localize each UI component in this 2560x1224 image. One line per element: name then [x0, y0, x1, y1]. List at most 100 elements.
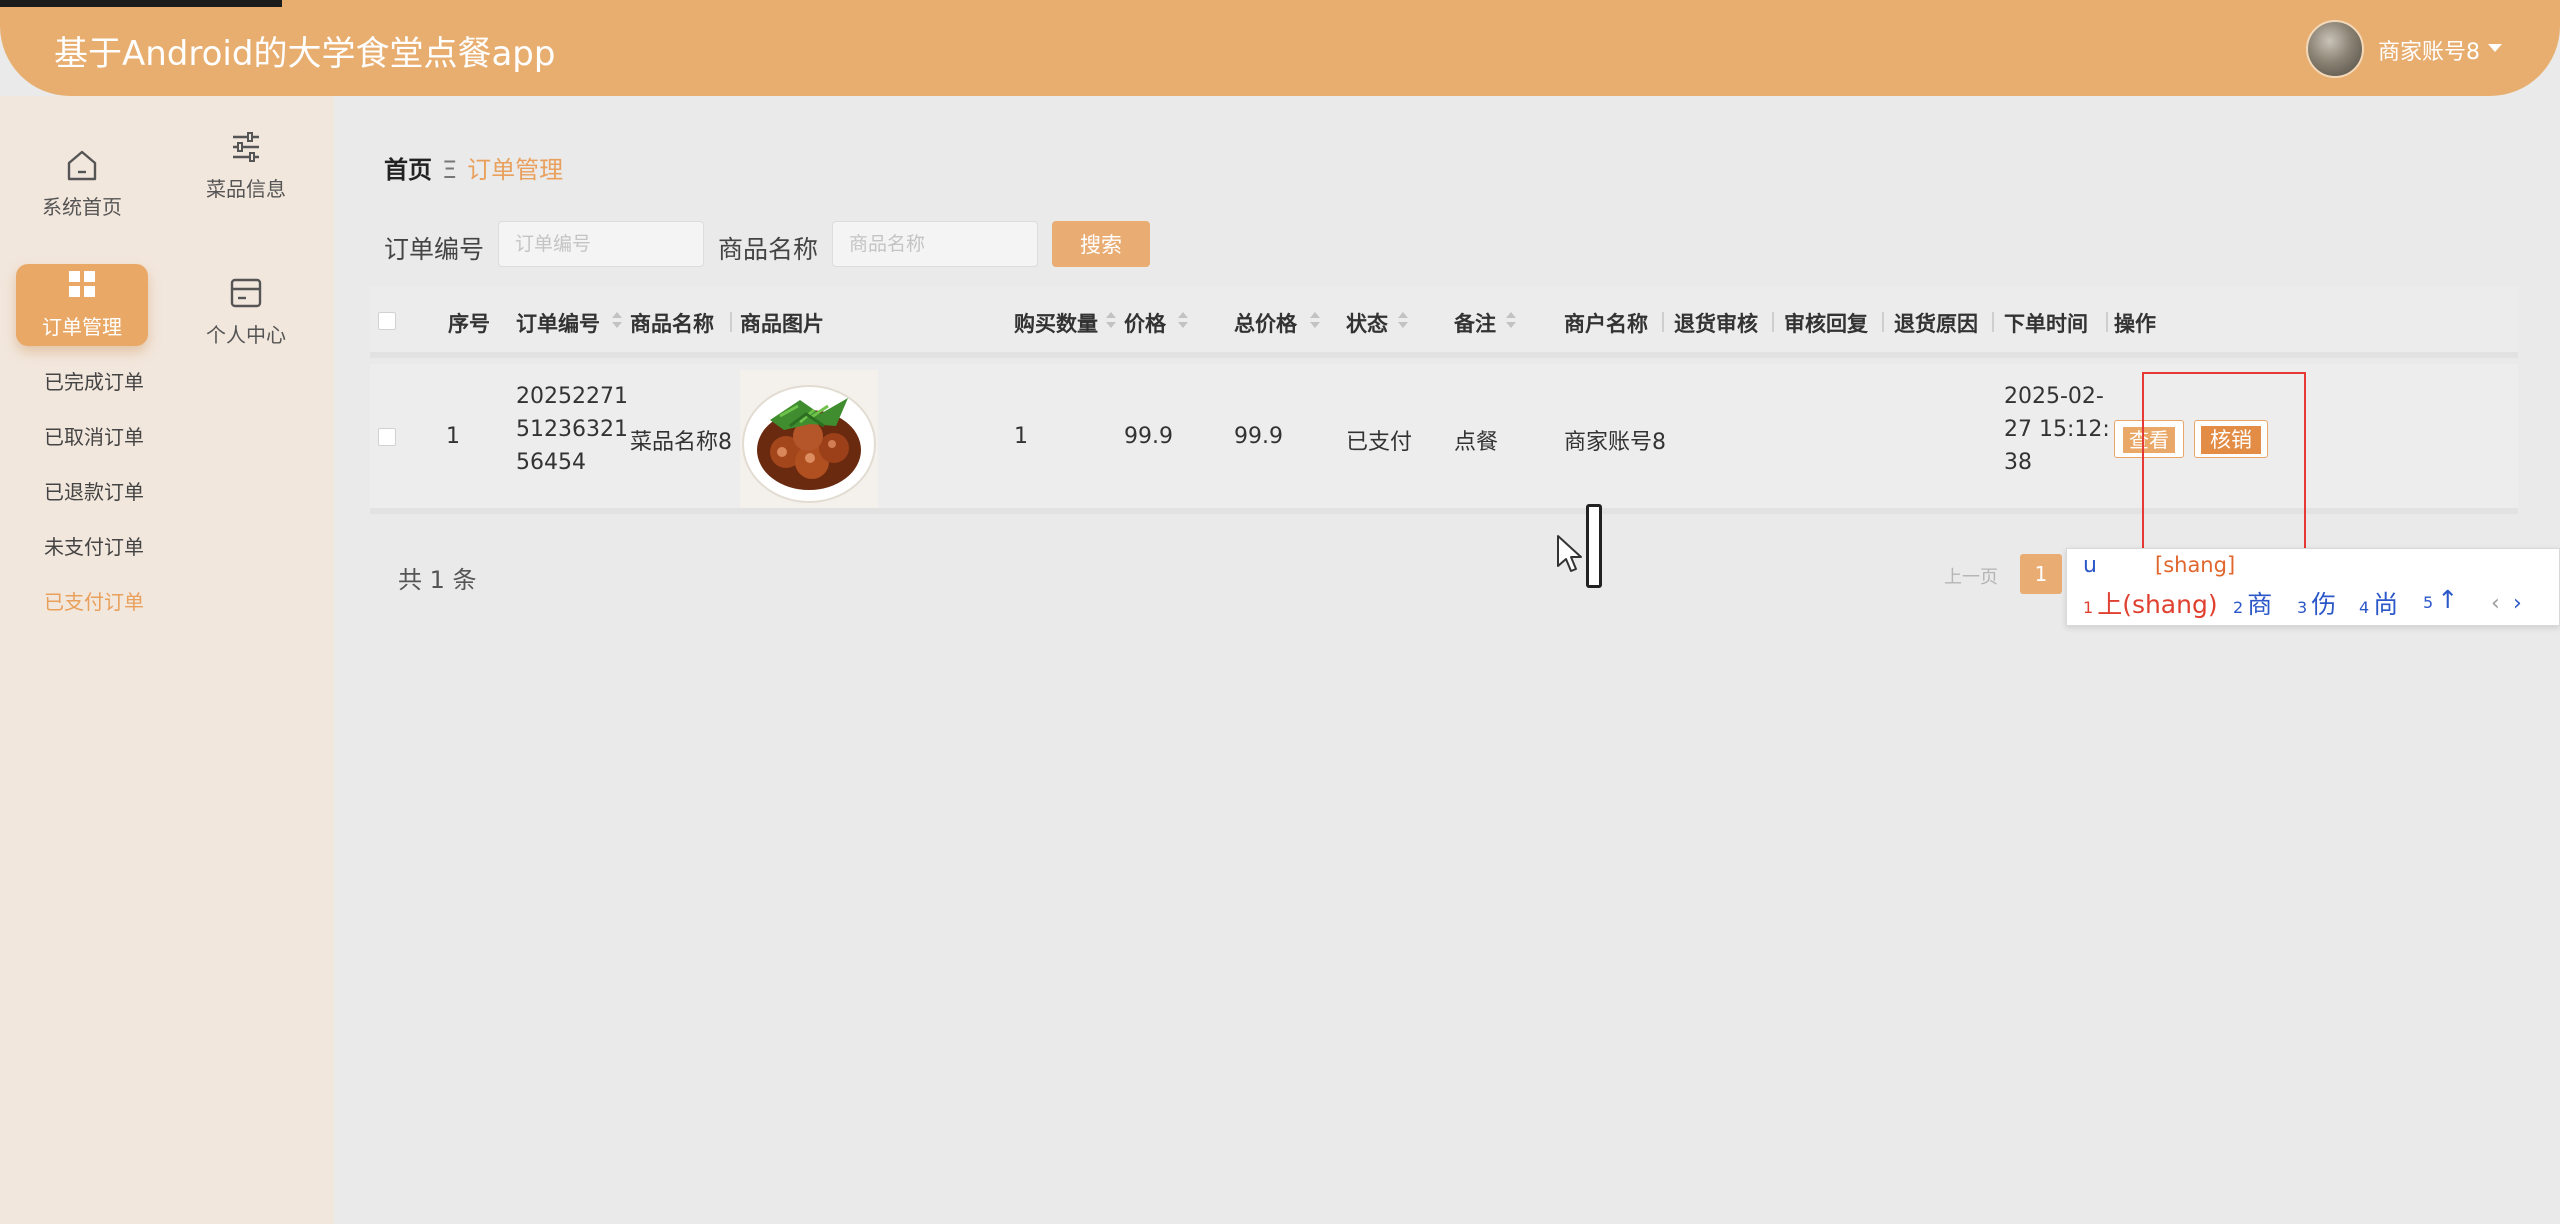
ime-candidate-text: 上(shang)	[2097, 590, 2218, 619]
column-divider[interactable]	[1882, 312, 1884, 332]
ime-candidate-text: ↑	[2437, 585, 2459, 614]
select-all-checkbox[interactable]	[378, 312, 396, 330]
ime-candidate[interactable]: 2商	[2233, 585, 2272, 621]
ime-candidate[interactable]: 5 ↑	[2423, 585, 2458, 614]
nav-dish-info[interactable]: 菜品信息	[180, 126, 312, 208]
cell-total-price: 99.9	[1234, 424, 1283, 449]
text-cursor-icon	[1586, 504, 1602, 588]
nav-order-management-label: 订单管理	[42, 315, 122, 339]
table-header: 序号 订单编号 商品名称 商品图片 购买数量 价格 总价格 状态 备注 商户名称…	[370, 286, 2518, 358]
home-icon	[67, 150, 97, 181]
sort-remark-icon[interactable]	[1506, 312, 1516, 330]
order-time-line: 27 15:12:	[2004, 417, 2110, 442]
ime-candidate-text: 伤	[2311, 590, 2337, 619]
app-title: 基于Android的大学食堂点餐app	[54, 34, 556, 74]
th-return-review: 退货审核	[1674, 312, 1758, 336]
ime-next-page-icon[interactable]: ›	[2513, 591, 2522, 616]
highlight-box	[2142, 372, 2306, 556]
caret-down-icon[interactable]	[2488, 44, 2502, 52]
dish-image	[740, 370, 878, 508]
order-time-line: 2025-02-	[2004, 384, 2104, 409]
th-quantity[interactable]: 购买数量	[1014, 308, 1098, 338]
user-menu-name[interactable]: 商家账号8	[2378, 34, 2480, 66]
grid-icon	[69, 271, 95, 297]
prev-page-button[interactable]: 上一页	[1944, 563, 1998, 589]
card-icon	[230, 278, 262, 308]
row-checkbox[interactable]	[378, 428, 396, 446]
nav-personal-center[interactable]: 个人中心	[180, 272, 312, 354]
th-order-time: 下单时间	[2004, 312, 2088, 336]
cell-index: 1	[446, 424, 460, 449]
sort-order-no-icon[interactable]	[612, 312, 622, 330]
mouse-pointer-icon	[1557, 535, 1582, 572]
th-product-image: 商品图片	[740, 312, 824, 336]
product-name-label: 商品名称	[718, 235, 819, 264]
page-number-current[interactable]: 1	[2020, 554, 2062, 594]
nav-dish-info-label: 菜品信息	[206, 177, 286, 201]
breadcrumb-home[interactable]: 首页	[384, 156, 432, 184]
nav-system-home[interactable]: 系统首页	[16, 144, 148, 226]
cell-remark: 点餐	[1454, 430, 1499, 455]
sub-cancelled-orders[interactable]: 已取消订单	[44, 421, 144, 450]
cell-status: 已支付	[1346, 430, 1413, 455]
column-divider[interactable]	[1662, 312, 1664, 332]
ime-candidate-number: 1	[2083, 598, 2094, 617]
cell-price: 99.9	[1124, 424, 1173, 449]
breadcrumb: 首页 Ξ 订单管理	[384, 150, 563, 185]
product-name-input[interactable]	[832, 221, 1038, 267]
cell-order-time: 2025-02- 27 15:12: 38	[2004, 380, 2114, 479]
order-no-line: 51236321	[516, 417, 628, 442]
nav-personal-center-label: 个人中心	[206, 323, 286, 347]
sub-refunded-orders[interactable]: 已退款订单	[44, 476, 144, 505]
ime-candidate-popup: u [shang] 1 上(shang) 2商 3伤 4尚 5 ↑ ‹ ›	[2066, 548, 2560, 626]
th-merchant: 商户名称	[1564, 312, 1648, 336]
ime-candidate[interactable]: 4尚	[2359, 585, 2398, 621]
ime-candidate[interactable]: 1 上(shang)	[2083, 585, 2218, 621]
th-index: 序号	[448, 312, 490, 336]
ime-candidate-text: 尚	[2373, 590, 2399, 619]
cell-quantity: 1	[1014, 424, 1028, 449]
cell-merchant: 商家账号8	[1564, 430, 1666, 455]
sub-paid-orders[interactable]: 已支付订单	[44, 586, 144, 615]
total-count: 共 1 条	[398, 566, 477, 594]
th-remark[interactable]: 备注	[1454, 308, 1496, 338]
sub-unpaid-orders[interactable]: 未支付订单	[44, 531, 144, 560]
order-no-label: 订单编号	[384, 235, 485, 264]
th-review-reply: 审核回复	[1784, 312, 1868, 336]
th-total-price[interactable]: 总价格	[1234, 308, 1297, 338]
ime-candidate[interactable]: 3伤	[2297, 585, 2336, 621]
nav-system-home-label: 系统首页	[42, 195, 122, 219]
ime-candidate-number: 3	[2297, 598, 2308, 617]
th-actions: 操作	[2114, 312, 2156, 336]
order-no-line: 56454	[516, 450, 586, 475]
column-divider[interactable]	[2106, 312, 2108, 332]
order-no-input[interactable]	[498, 221, 704, 267]
breadcrumb-separator: Ξ	[442, 156, 458, 184]
ime-candidate-number: 4	[2359, 598, 2370, 617]
sort-total-price-icon[interactable]	[1310, 312, 1320, 330]
column-divider[interactable]	[730, 312, 732, 332]
ime-input-text: u	[2083, 553, 2097, 578]
th-price[interactable]: 价格	[1124, 308, 1166, 338]
ime-pinyin: [shang]	[2155, 553, 2236, 577]
sidebar: 系统首页 菜品信息 订单管理 个人中心 已完成订单 已取消订单 已退款订单 未支…	[0, 96, 334, 1224]
dish-photo	[740, 370, 878, 508]
cell-product-name: 菜品名称8	[630, 430, 732, 455]
th-product-name[interactable]: 商品名称	[630, 308, 714, 338]
sort-price-icon[interactable]	[1178, 312, 1188, 330]
sliders-icon	[233, 132, 259, 162]
sort-quantity-icon[interactable]	[1106, 312, 1116, 330]
ime-candidate-text: 商	[2247, 590, 2273, 619]
column-divider[interactable]	[1772, 312, 1774, 332]
column-divider[interactable]	[1992, 312, 1994, 332]
th-order-no[interactable]: 订单编号	[516, 308, 600, 338]
search-button[interactable]: 搜索	[1052, 221, 1150, 267]
sub-completed-orders[interactable]: 已完成订单	[44, 366, 144, 395]
nav-order-management[interactable]: 订单管理	[16, 264, 148, 346]
th-status[interactable]: 状态	[1346, 308, 1388, 338]
avatar[interactable]	[2306, 20, 2364, 78]
order-no-line: 20252271	[516, 384, 628, 409]
cell-order-no: 20252271 51236321 56454	[516, 380, 636, 479]
ime-prev-page-icon[interactable]: ‹	[2491, 591, 2500, 616]
sort-status-icon[interactable]	[1398, 312, 1408, 330]
